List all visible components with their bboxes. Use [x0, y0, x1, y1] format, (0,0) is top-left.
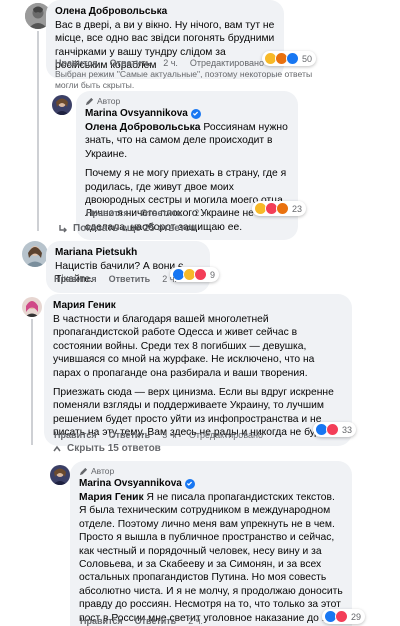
- mention-link[interactable]: Мария Геник: [79, 492, 144, 503]
- reply-button[interactable]: Ответить: [110, 58, 152, 68]
- reaction-count: 33: [342, 424, 353, 435]
- reaction-summary[interactable]: 50: [262, 51, 317, 66]
- reaction-count: 23: [292, 203, 303, 214]
- reply-author-name[interactable]: Marina Ovsyannikova: [85, 107, 188, 120]
- reaction-summary[interactable]: 33: [313, 422, 357, 437]
- avatar-image: [22, 241, 48, 267]
- comment-actions: Нравится Ответить 2 ч. Отредактировано: [55, 58, 264, 68]
- verified-badge-icon: [184, 478, 195, 489]
- reaction-summary[interactable]: 9: [170, 267, 220, 282]
- comment-actions: Нравится Ответить 2 ч.: [54, 274, 177, 284]
- avatar-image: [50, 465, 70, 485]
- avatar[interactable]: [22, 297, 42, 317]
- reaction-summary[interactable]: 29: [322, 609, 366, 624]
- reply-actions: Нравится Ответить 2 ч.: [86, 208, 209, 218]
- show-more-label: Показать ещё 25 ответов: [73, 223, 197, 234]
- comment-author[interactable]: Олена Добровольська: [55, 5, 275, 18]
- edited-label: Отредактировано: [189, 58, 264, 68]
- avatar-image: [52, 95, 72, 115]
- avatar[interactable]: [22, 241, 48, 267]
- avatar[interactable]: [50, 465, 70, 485]
- angry-reaction-icon: [276, 202, 289, 215]
- author-badge: Автор: [85, 96, 289, 107]
- show-more-replies-button[interactable]: Показать ещё 25 ответов: [58, 223, 197, 234]
- like-button[interactable]: Нравится: [54, 430, 97, 440]
- comment-author[interactable]: Mariana Pietsukh: [55, 246, 201, 259]
- hide-replies-button[interactable]: Скрыть 15 ответов: [52, 443, 161, 454]
- reply-button[interactable]: Ответить: [109, 274, 151, 284]
- reaction-summary[interactable]: 23: [252, 201, 307, 216]
- reaction-count: 50: [302, 53, 313, 64]
- like-reaction-icon: [286, 52, 299, 65]
- like-button[interactable]: Нравится: [86, 208, 129, 218]
- comment-time[interactable]: 2 ч.: [162, 274, 177, 284]
- reply-time[interactable]: 2 ч.: [194, 208, 209, 218]
- hide-replies-label: Скрыть 15 ответов: [67, 443, 161, 454]
- reaction-count: 9: [210, 269, 216, 280]
- pen-icon: [85, 97, 94, 106]
- comment-time[interactable]: 3 ч.: [162, 430, 177, 440]
- reaction-count: 29: [351, 611, 362, 622]
- love-reaction-icon: [335, 610, 348, 623]
- reply-text: Мария Геник Я не писала пропагандистских…: [79, 491, 343, 626]
- chevron-up-icon: [53, 445, 61, 451]
- author-badge: Автор: [79, 466, 343, 477]
- reply-time[interactable]: 2 ч.: [188, 616, 203, 626]
- comment-time[interactable]: 2 ч.: [163, 58, 178, 68]
- edited-label: Отредактировано: [188, 430, 263, 440]
- reply-button[interactable]: Ответить: [135, 616, 177, 626]
- sort-note: Выбран режим "Самые актуальные", поэтому…: [55, 69, 313, 90]
- comment-paragraph-1: В частности и благодаря вашей многолетне…: [53, 314, 315, 379]
- comment-author[interactable]: Мария Геник: [53, 299, 343, 312]
- love-reaction-icon: [194, 268, 207, 281]
- reply-arrow-icon: [59, 224, 67, 232]
- mention-link[interactable]: Олена Добровольська: [85, 122, 201, 133]
- comment-bubble: Мария Геник В частности и благодаря ваше…: [44, 294, 352, 446]
- reply-button[interactable]: Ответить: [109, 430, 151, 440]
- like-button[interactable]: Нравится: [55, 58, 98, 68]
- pen-icon: [79, 467, 88, 476]
- reply-author: Marina Ovsyannikova: [85, 107, 289, 120]
- comment-text: В частности и благодаря вашей многолетне…: [53, 313, 343, 440]
- author-badge-label: Автор: [91, 466, 115, 476]
- like-button[interactable]: Нравится: [54, 274, 97, 284]
- love-reaction-icon: [326, 423, 339, 436]
- like-button[interactable]: Нравится: [80, 616, 123, 626]
- reply-author-name[interactable]: Marina Ovsyannikova: [79, 477, 182, 490]
- verified-badge-icon: [190, 108, 201, 119]
- avatar-image: [22, 297, 42, 317]
- reply-actions: Нравится Ответить 2 ч.: [80, 616, 203, 626]
- reply-author: Marina Ovsyannikova: [79, 477, 343, 490]
- avatar[interactable]: [52, 95, 72, 115]
- reply-button[interactable]: Ответить: [141, 208, 183, 218]
- comment-actions: Нравится Ответить 3 ч. Отредактировано: [54, 430, 263, 440]
- reply-bubble: Автор Marina Ovsyannikova Мария Геник Я …: [70, 461, 352, 626]
- reply-body: Я не писала пропагандистских текстов. Я …: [79, 492, 343, 624]
- thread-line: [37, 31, 39, 231]
- author-badge-label: Автор: [97, 96, 121, 106]
- thread-line: [31, 319, 33, 445]
